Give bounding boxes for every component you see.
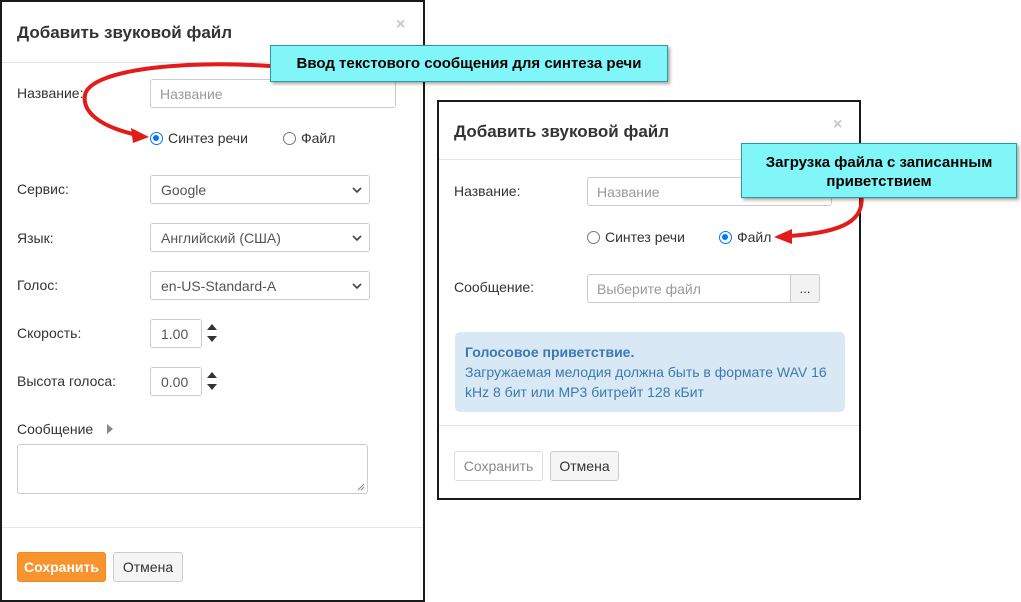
radio-tts-label: Синтез речи	[605, 229, 685, 245]
pitch-input[interactable]: 0.00	[150, 367, 202, 396]
service-value: Google	[161, 182, 207, 198]
expand-triangle-icon	[107, 424, 113, 434]
radio-tts-label: Синтез речи	[168, 130, 248, 146]
name-input[interactable]: Название	[150, 79, 396, 108]
callout-tts: Ввод текстового сообщения для синтеза ре…	[270, 45, 668, 82]
radio-file[interactable]: Файл	[283, 130, 335, 146]
chevron-down-icon	[352, 187, 362, 194]
spinner-icon[interactable]	[206, 322, 218, 344]
info-title: Голосовое приветствие.	[465, 344, 635, 360]
cancel-button[interactable]: Отмена	[550, 451, 619, 481]
close-icon[interactable]: ×	[396, 17, 405, 33]
radio-tts-dot[interactable]	[150, 131, 163, 145]
info-text: Загружаемая мелодия должна быть в формат…	[465, 364, 827, 400]
pitch-label: Высота голоса:	[17, 373, 117, 389]
dialog-title: Добавить звуковой файл	[17, 23, 233, 42]
message-toggle[interactable]: Сообщение	[17, 421, 113, 437]
resize-grip-icon[interactable]	[357, 483, 365, 491]
voice-select[interactable]: en-US-Standard-A	[150, 271, 370, 300]
radio-tts[interactable]: Синтез речи	[150, 130, 248, 146]
service-select[interactable]: Google	[150, 175, 370, 204]
message-label: Сообщение:	[454, 279, 535, 295]
cancel-button[interactable]: Отмена	[113, 552, 183, 582]
voice-label: Голос:	[17, 277, 59, 293]
radio-tts[interactable]: Синтез речи	[587, 229, 685, 245]
message-label: Сообщение	[17, 421, 94, 437]
dialog-title: Добавить звуковой файл	[454, 122, 670, 141]
speed-label: Скорость:	[17, 325, 82, 341]
chevron-down-icon	[352, 283, 362, 290]
radio-file-label: Файл	[737, 229, 772, 245]
name-label: Название:	[17, 85, 84, 101]
speed-input[interactable]: 1.00	[150, 319, 202, 348]
callout-file: Загрузка файла с записанным приветствием	[741, 143, 1017, 198]
name-label: Название:	[454, 183, 521, 199]
language-select[interactable]: Английский (США)	[150, 223, 370, 252]
radio-file-dot[interactable]	[719, 230, 732, 244]
language-label: Язык:	[17, 230, 54, 246]
close-icon[interactable]: ×	[833, 117, 842, 133]
footer-divider	[439, 425, 859, 426]
radio-file[interactable]: Файл	[719, 229, 771, 245]
footer-divider	[2, 527, 423, 528]
message-textarea[interactable]	[17, 444, 368, 494]
spinner-icon[interactable]	[206, 370, 218, 392]
service-label: Сервис:	[17, 181, 69, 197]
chevron-down-icon	[352, 235, 362, 242]
file-input[interactable]: Выберите файл	[587, 274, 791, 303]
save-button[interactable]: Сохранить	[17, 552, 106, 582]
radio-file-label: Файл	[301, 130, 336, 146]
browse-button[interactable]: ...	[790, 274, 820, 303]
info-alert: Голосовое приветствие. Загружаемая мелод…	[455, 332, 845, 412]
add-sound-dialog-tts: Добавить звуковой файл × Название: Назва…	[0, 0, 425, 602]
radio-tts-dot[interactable]	[587, 230, 600, 244]
language-value: Английский (США)	[161, 230, 281, 246]
voice-value: en-US-Standard-A	[161, 278, 277, 294]
save-button[interactable]: Сохранить	[454, 451, 543, 481]
radio-file-dot[interactable]	[283, 131, 296, 145]
